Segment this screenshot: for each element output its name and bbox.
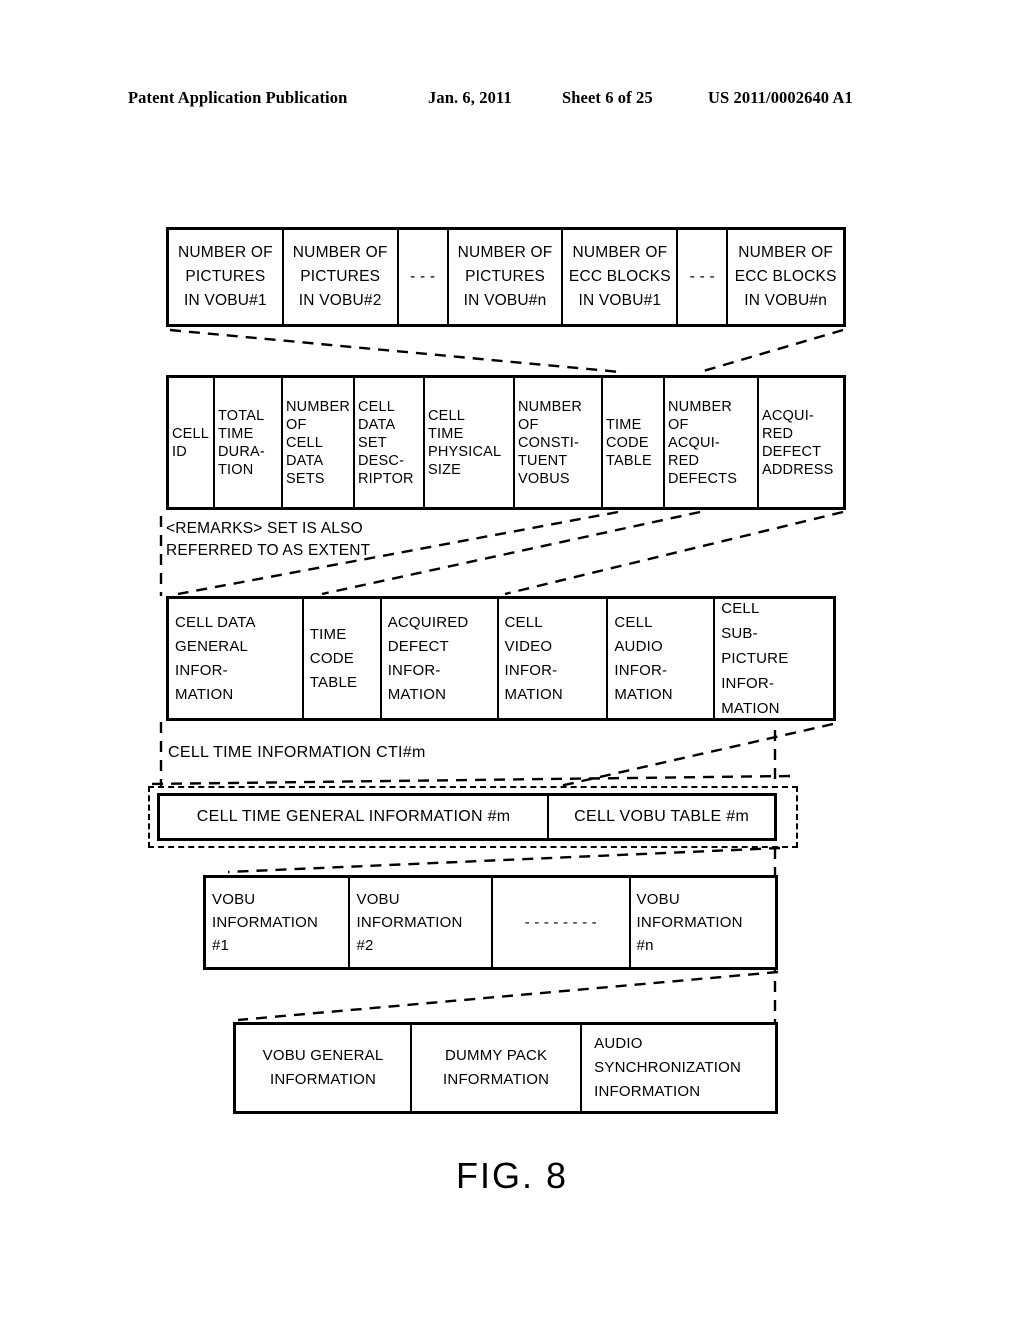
table-cell: TIME CODE TABLE — [303, 599, 382, 718]
table-cell: NUMBER OF ECC BLOCKS IN VOBU#1 — [563, 230, 679, 324]
table-cell: NUMBER OF CELL DATA SETS — [283, 378, 355, 507]
sheet-number: Sheet 6 of 25 — [562, 88, 653, 107]
cell-data-general-information-table: CELL DATA GENERAL INFOR- MATION TIME COD… — [166, 596, 836, 721]
table-cell: CELL VIDEO INFOR- MATION — [498, 599, 609, 718]
patent-number: US 2011/0002640 A1 — [708, 88, 853, 107]
table-cell: CELL SUB- PICTURE INFOR- MATION — [715, 599, 833, 718]
table-cell: CELL DATA SET DESC- RIPTOR — [355, 378, 425, 507]
table-cell: DUMMY PACK INFORMATION — [412, 1025, 583, 1111]
table-cell: NUMBER OF ECC BLOCKS IN VOBU#n — [728, 230, 843, 324]
table-cell: ACQUIRED DEFECT INFOR- MATION — [381, 599, 499, 718]
table-cell: ACQUI- RED DEFECT ADDRESS — [759, 378, 843, 507]
table-cell: NUMBER OF PICTURES IN VOBU#2 — [283, 230, 399, 324]
table-cell: NUMBER OF PICTURES IN VOBU#n — [448, 230, 564, 324]
connector-row1-right — [699, 328, 844, 374]
table-cell: CELL AUDIO INFOR- MATION — [608, 599, 716, 718]
table-cell: NUMBER OF PICTURES IN VOBU#1 — [169, 230, 284, 324]
table-cell: CELL TIME PHYSICAL SIZE — [425, 378, 515, 507]
figure-label: FIG. 8 — [455, 1155, 569, 1196]
table-cell-ellipsis: - - - — [678, 230, 729, 324]
publication-label: Patent Application Publication — [128, 88, 348, 107]
connector-row1-left — [169, 328, 621, 374]
connector-row3-right — [559, 722, 834, 788]
vobu-information-table: VOBU INFORMATION #1 VOBU INFORMATION #2 … — [203, 875, 778, 970]
table-cell-ellipsis: - - - — [398, 230, 449, 324]
table-cell: VOBU GENERAL INFORMATION — [236, 1025, 413, 1111]
table-cell: CELL ID — [169, 378, 215, 507]
vobu-picture-ecc-table: NUMBER OF PICTURES IN VOBU#1 NUMBER OF P… — [166, 227, 846, 327]
connector-vobu-to-detail — [237, 970, 779, 1022]
publication-date: Jan. 6, 2011 — [428, 88, 512, 107]
table-cell: VOBU INFORMATION #1 — [206, 878, 351, 967]
table-cell: VOBU INFORMATION #2 — [350, 878, 493, 967]
table-cell: CELL DATA GENERAL INFOR- MATION — [169, 599, 304, 718]
table-cell: NUMBER OF CONSTI- TUENT VOBUS — [515, 378, 603, 507]
cell-time-information-table: CELL TIME GENERAL INFORMATION #m CELL VO… — [157, 793, 777, 841]
remarks-note: <REMARKS> SET IS ALSO REFERRED TO AS EXT… — [166, 520, 371, 559]
connector-row2-c — [504, 510, 844, 596]
table-cell: CELL TIME GENERAL INFORMATION #m — [160, 796, 550, 838]
connector-cti-to-vobu — [227, 846, 781, 874]
table-cell: TOTAL TIME DURA- TION — [215, 378, 283, 507]
cell-time-information-label: CELL TIME INFORMATION CTI#m — [168, 744, 426, 761]
table-cell: AUDIO SYNCHRONIZATION INFORMATION — [582, 1025, 775, 1111]
cell-data-set-descriptor-table: CELL ID TOTAL TIME DURA- TION NUMBER OF … — [166, 375, 846, 510]
table-cell-ellipsis: - - - - - - - - — [492, 878, 631, 967]
table-cell: CELL VOBU TABLE #m — [549, 796, 774, 838]
table-cell: TIME CODE TABLE — [603, 378, 665, 507]
table-cell: NUMBER OF ACQUI- RED DEFECTS — [665, 378, 759, 507]
connector-cti-top — [149, 774, 791, 786]
connector-row2-b — [321, 510, 701, 596]
table-cell: VOBU INFORMATION #n — [630, 878, 775, 967]
vobu-detail-table: VOBU GENERAL INFORMATION DUMMY PACK INFO… — [233, 1022, 778, 1114]
